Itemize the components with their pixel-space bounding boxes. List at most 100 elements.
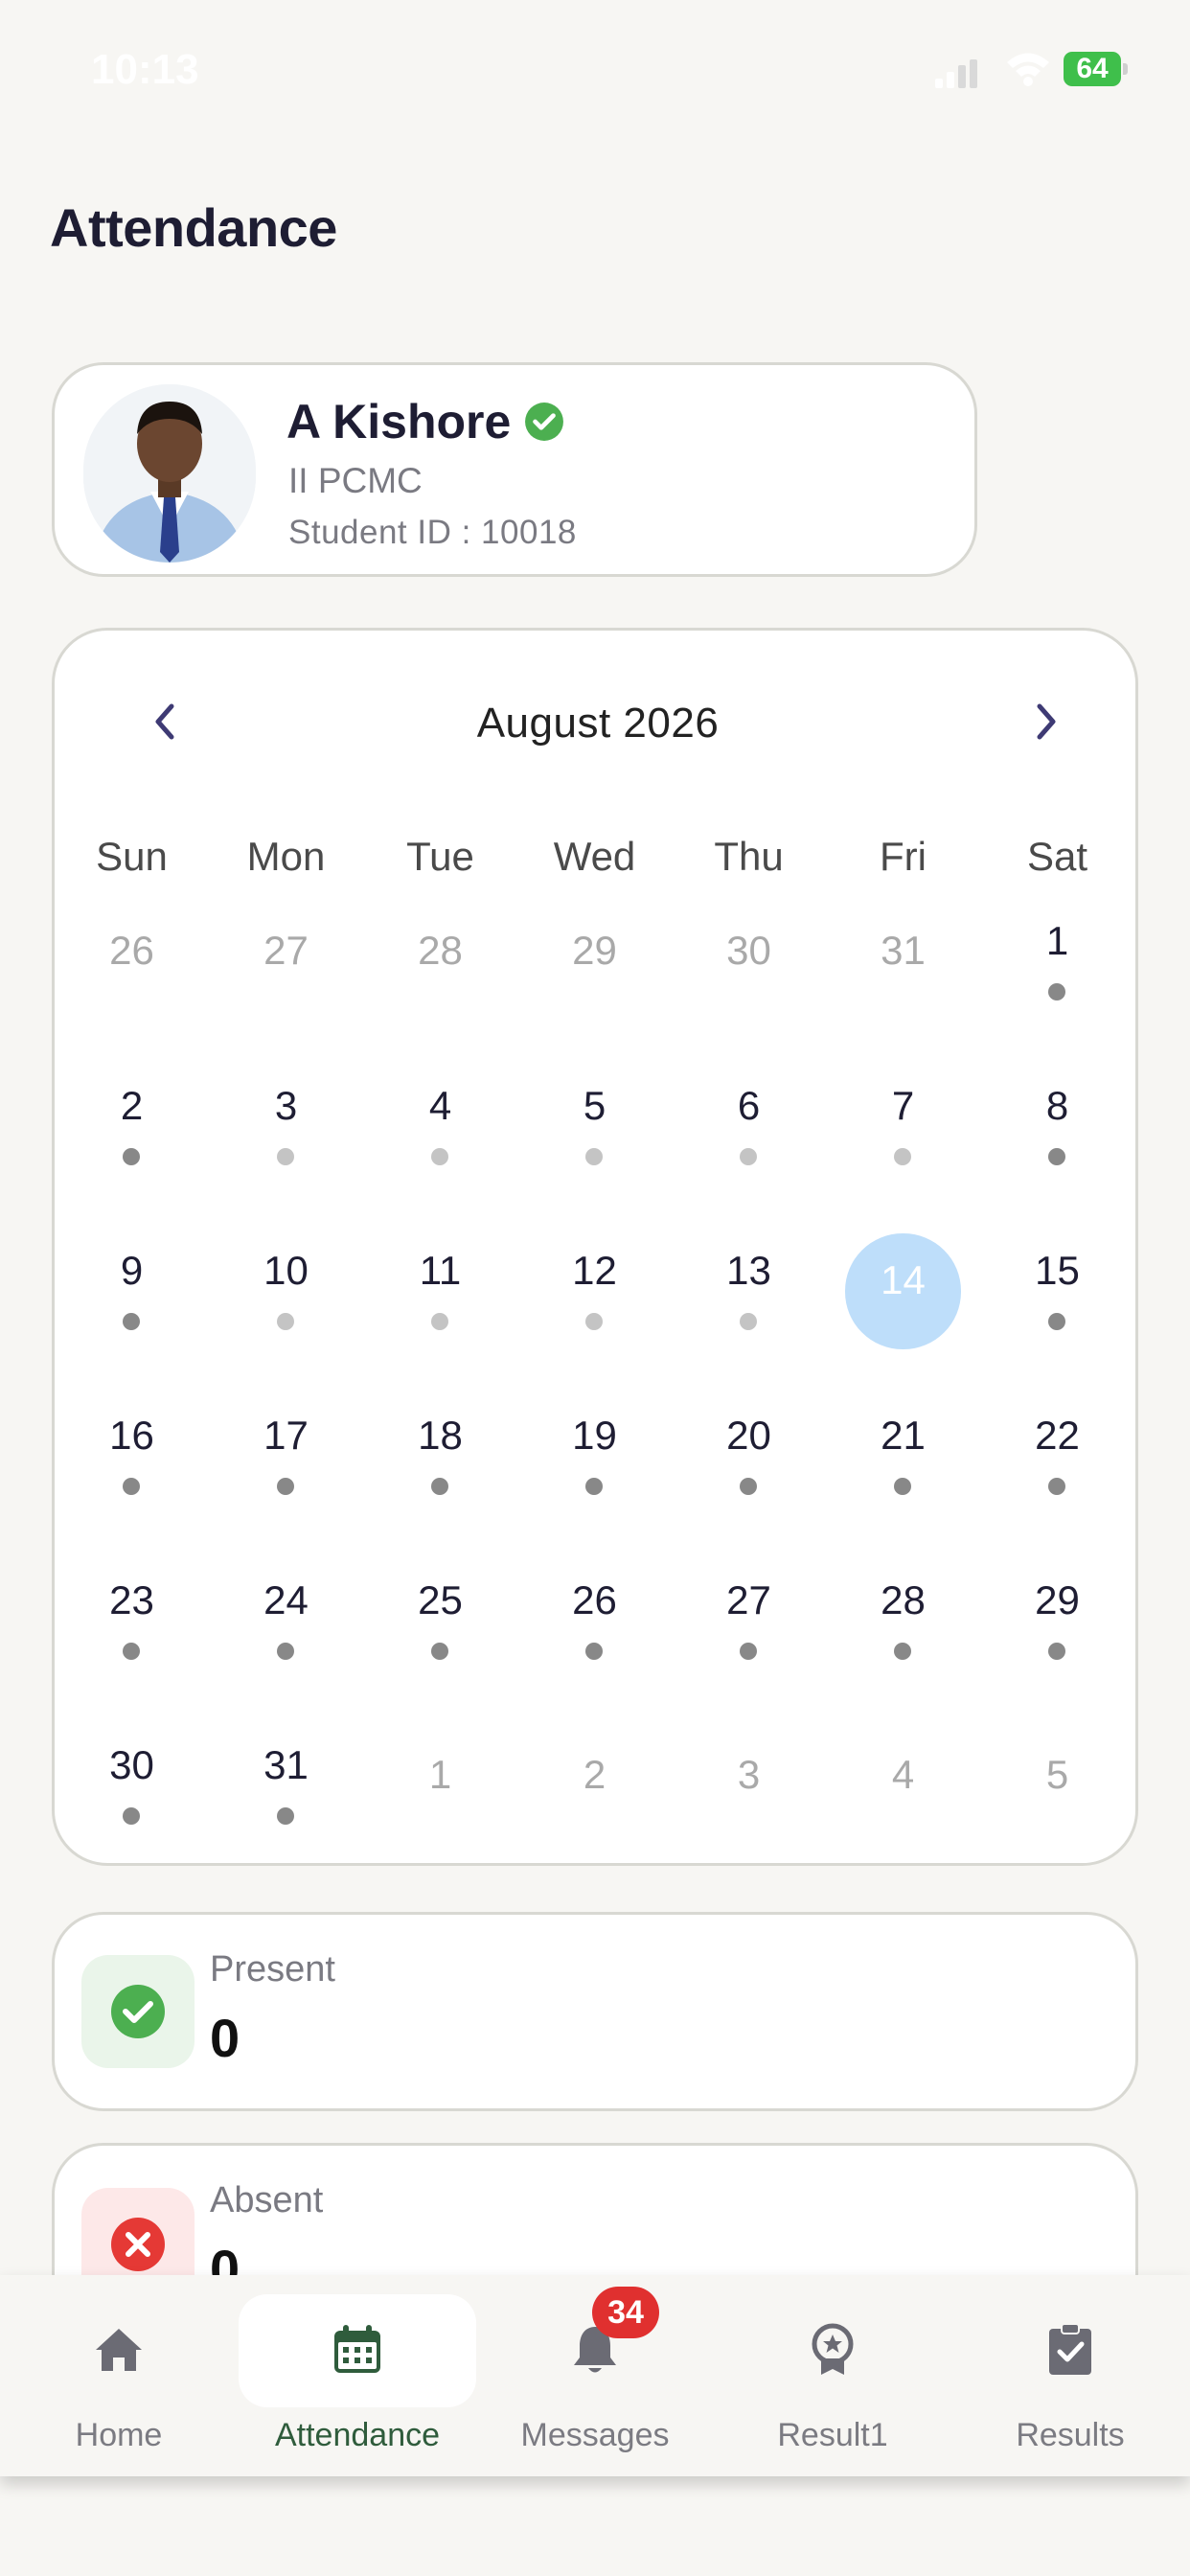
calendar-day[interactable]: 24 [209,1577,363,1660]
calendar-day[interactable]: 7 [826,1083,980,1165]
calendar-day-outside-month[interactable]: 27 [209,928,363,974]
calendar-day-outside-month[interactable]: 5 [980,1752,1134,1798]
tab-attendance-label: Attendance [274,2417,441,2453]
calendar-day[interactable]: 25 [363,1577,517,1660]
calendar-day[interactable]: 30 [55,1742,209,1825]
calendar-day[interactable]: 11 [363,1248,517,1330]
student-profile-card: A Kishore II PCMC Student ID : 10018 [52,362,977,577]
calendar-day[interactable]: 18 [363,1413,517,1495]
attendance-marker-dot [585,1478,603,1495]
previous-month-button[interactable] [131,688,198,755]
calendar-day[interactable]: 27 [672,1577,826,1660]
calendar-day-number: 1 [1045,918,1069,963]
calendar-day-number: 31 [881,928,926,973]
calendar-day-number: 6 [737,1083,761,1128]
calendar-day[interactable]: 22 [980,1413,1134,1495]
chevron-right-icon [1037,703,1056,740]
verified-check-icon [525,402,564,441]
student-id: Student ID : 10018 [288,514,577,551]
attendance-marker-dot [1048,1313,1065,1330]
attendance-marker-dot [123,1478,140,1495]
calendar-day[interactable]: 16 [55,1413,209,1495]
calendar-day-number: 14 [881,1257,926,1302]
calendar-day[interactable]: 2 [55,1083,209,1165]
calendar-day[interactable]: 9 [55,1248,209,1330]
calendar-day-number: 17 [263,1413,309,1458]
calendar-day-outside-month[interactable]: 31 [826,928,980,974]
calendar-day-number: 2 [120,1083,144,1128]
student-name: A Kishore [286,395,512,448]
calendar-day-number: 27 [263,928,309,973]
weekday-label: Sat [1026,834,1088,879]
calendar-day-number: 5 [583,1083,606,1128]
calendar-day[interactable]: 13 [672,1248,826,1330]
calendar-day[interactable]: 6 [672,1083,826,1165]
messages-badge: 34 [592,2287,659,2338]
calendar-day[interactable]: 23 [55,1577,209,1660]
present-summary-card: Present 0 [52,1912,1138,2111]
status-bar: 10:13 64 [0,0,1190,144]
next-month-button[interactable] [1013,688,1080,755]
calendar-day[interactable]: 4 [363,1083,517,1165]
calendar-day-number: 4 [428,1083,452,1128]
calendar-day-number: 5 [1045,1752,1069,1797]
attendance-marker-dot [740,1643,757,1660]
calendar-day[interactable]: 28 [826,1577,980,1660]
tab-messages-label: Messages [520,2417,670,2453]
calendar-day-number: 26 [572,1577,617,1622]
calendar-day[interactable]: 17 [209,1413,363,1495]
attendance-marker-dot [1048,1148,1065,1165]
attendance-marker-dot [740,1148,757,1165]
tab-home-label: Home [75,2417,163,2453]
calendar-day-number: 28 [881,1577,926,1622]
calendar-day-number: 15 [1035,1248,1080,1293]
calendar-day[interactable]: 19 [517,1413,672,1495]
calendar-day-outside-month[interactable]: 28 [363,928,517,974]
tab-results-label: Results [1016,2417,1125,2453]
tab-home[interactable]: Home [0,2275,238,2476]
calendar-day[interactable]: 21 [826,1413,980,1495]
calendar-day-outside-month[interactable]: 30 [672,928,826,974]
calendar-day[interactable]: 31 [209,1742,363,1825]
calendar-day-number: 1 [428,1752,452,1797]
calendar-day-number: 23 [109,1577,154,1622]
clipboard-check-icon [1049,2323,1091,2375]
tab-results[interactable]: Results [951,2275,1189,2476]
calendar-day-outside-month[interactable]: 2 [517,1752,672,1798]
calendar-day-number: 2 [583,1752,606,1797]
calendar-day[interactable]: 5 [517,1083,672,1165]
attendance-marker-dot [277,1148,294,1165]
calendar-day[interactable]: 20 [672,1413,826,1495]
attendance-marker-dot [123,1807,140,1825]
calendar-day-outside-month[interactable]: 4 [826,1752,980,1798]
weekday-label: Mon [246,834,326,879]
calendar-day[interactable]: 8 [980,1083,1134,1165]
tab-attendance[interactable]: Attendance [239,2275,476,2476]
status-time: 10:13 [91,46,199,93]
calendar-day-outside-month[interactable]: 1 [363,1752,517,1798]
absent-summary-card: Absent 0 [52,2143,1138,2296]
tab-result1[interactable]: Result1 [714,2275,951,2476]
weekday-label: Sun [96,834,168,879]
calendar-day[interactable]: 29 [980,1577,1134,1660]
calendar-day-outside-month[interactable]: 26 [55,928,209,974]
calendar-day[interactable]: 1 [980,918,1134,1000]
attendance-marker-dot [123,1643,140,1660]
calendar-day-outside-month[interactable]: 29 [517,928,672,974]
calendar-day-number: 3 [274,1083,298,1128]
calendar-day[interactable]: 15 [980,1248,1134,1330]
calendar-day[interactable]: 12 [517,1248,672,1330]
weekday-label: Thu [714,834,784,879]
attendance-calendar: August 2026 Sun Mon Tue Wed Thu Fri Sat 26 27 28… [52,628,1138,1866]
calendar-day-outside-month[interactable]: 3 [672,1752,826,1798]
calendar-day-number: 30 [726,928,771,973]
calendar-day[interactable]: 26 [517,1577,672,1660]
weekday-label: Fri [880,834,927,879]
present-count: 0 [210,2008,240,2068]
calendar-day-number: 13 [726,1248,771,1293]
calendar-day[interactable]: 14 [826,1233,980,1349]
calendar-day[interactable]: 10 [209,1248,363,1330]
calendar-day[interactable]: 3 [209,1083,363,1165]
attendance-marker-dot [740,1478,757,1495]
calendar-day-number: 27 [726,1577,771,1622]
